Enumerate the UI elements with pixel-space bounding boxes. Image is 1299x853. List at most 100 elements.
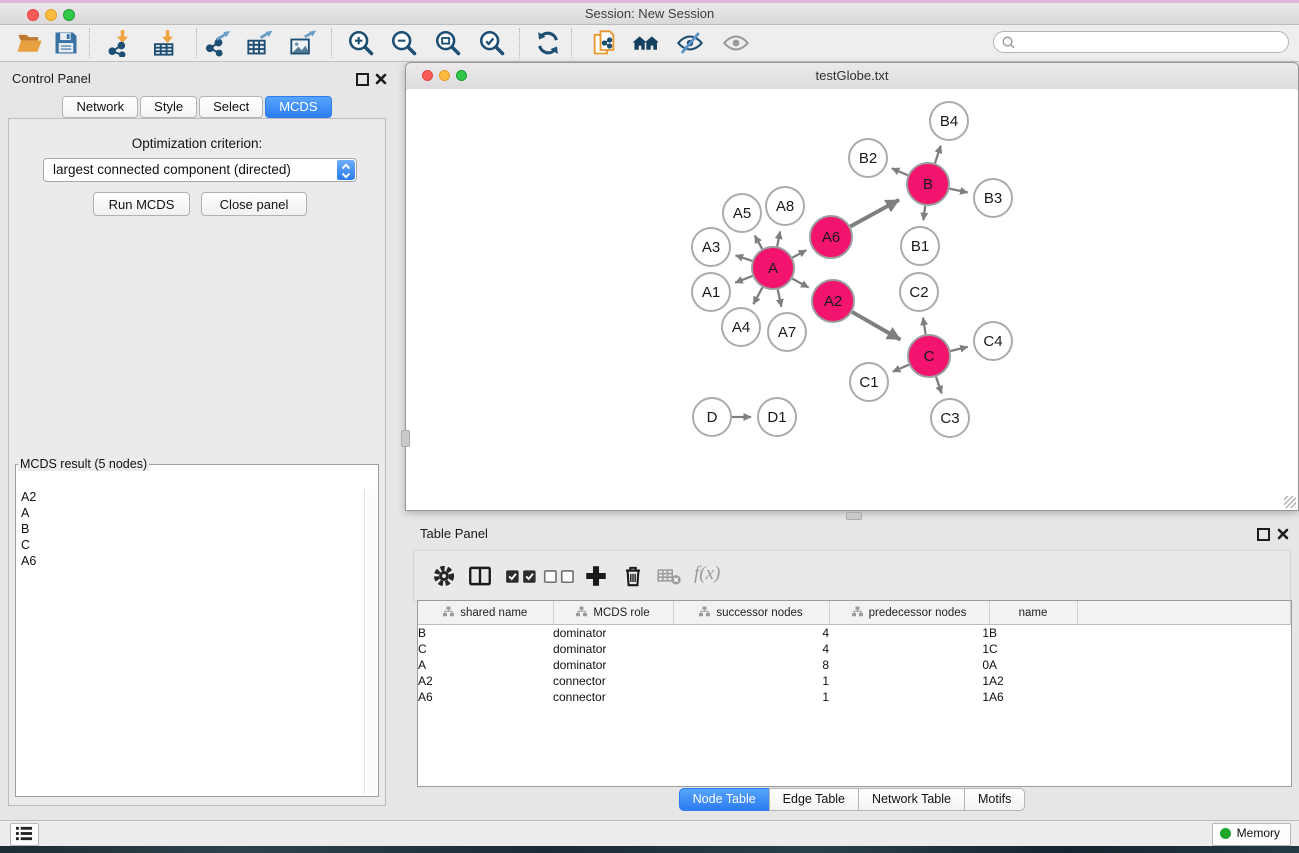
cell-successor_nodes[interactable]: 1: [673, 689, 829, 705]
graph-edge-A-A1[interactable]: [735, 276, 752, 283]
result-list-item[interactable]: A6: [18, 553, 364, 569]
cell-shared_name[interactable]: A6: [418, 689, 553, 705]
cell-mcds_role[interactable]: connector: [553, 673, 673, 689]
import-table-icon[interactable]: [152, 29, 180, 57]
network-graph[interactable]: B4B2BB3A5A8A6B1A3AC2A1A2A4A7C4CC1C3DD1: [407, 89, 1297, 509]
graph-edge-C-C2[interactable]: [923, 318, 926, 335]
cell-shared_name[interactable]: A2: [418, 673, 553, 689]
close-panel-icon[interactable]: [375, 72, 387, 90]
zoom-fit-icon[interactable]: [434, 29, 462, 57]
network-canvas[interactable]: B4B2BB3A5A8A6B1A3AC2A1A2A4A7C4CC1C3DD1: [407, 89, 1297, 509]
result-list-item[interactable]: A2: [18, 489, 364, 505]
column-header-name[interactable]: name: [989, 601, 1077, 625]
search-field[interactable]: [993, 31, 1289, 53]
graph-edge-A2-C[interactable]: [852, 312, 900, 340]
table-row[interactable]: Cdominator41C: [418, 641, 1291, 657]
graph-node-C3[interactable]: C3: [931, 399, 969, 437]
graph-edge-A-A5[interactable]: [755, 236, 762, 249]
cell-mcds_role[interactable]: dominator: [553, 641, 673, 657]
graph-node-A2[interactable]: A2: [812, 280, 854, 322]
graph-node-C2[interactable]: C2: [900, 273, 938, 311]
split-divider-handle[interactable]: [401, 430, 410, 447]
refresh-layout-icon[interactable]: [534, 29, 562, 57]
cell-successor_nodes[interactable]: 4: [673, 641, 829, 657]
graph-edge-A-A8[interactable]: [777, 231, 780, 246]
import-network-icon[interactable]: [107, 29, 135, 57]
graph-edge-A-A3[interactable]: [736, 255, 753, 261]
cell-shared_name[interactable]: C: [418, 641, 553, 657]
zoom-selected-icon[interactable]: [478, 29, 506, 57]
export-table-icon[interactable]: [246, 29, 274, 57]
close-panel-button[interactable]: Close panel: [201, 192, 307, 216]
home-icon[interactable]: [632, 29, 660, 57]
graph-node-B[interactable]: B: [907, 163, 949, 205]
cell-predecessor_nodes[interactable]: 1: [829, 673, 989, 689]
graph-node-A7[interactable]: A7: [768, 313, 806, 351]
search-input[interactable]: [1020, 33, 1280, 53]
graph-edge-B-B1[interactable]: [923, 206, 925, 220]
criterion-select[interactable]: largest connected component (directed): [43, 158, 357, 182]
cell-successor_nodes[interactable]: 1: [673, 673, 829, 689]
column-header-MCDS-role[interactable]: MCDS role: [553, 601, 673, 625]
tab-node-table[interactable]: Node Table: [679, 788, 770, 811]
cell-successor_nodes[interactable]: 4: [673, 625, 829, 642]
clone-network-icon[interactable]: [590, 29, 618, 57]
graph-edge-A6-B[interactable]: [850, 200, 899, 227]
cell-predecessor_nodes[interactable]: 1: [829, 625, 989, 642]
result-list-item[interactable]: B: [18, 521, 364, 537]
tab-network[interactable]: Network: [62, 96, 138, 118]
zoom-out-icon[interactable]: [390, 29, 418, 57]
deselect-all-icon[interactable]: [543, 563, 577, 589]
task-history-button[interactable]: [10, 823, 39, 846]
tab-mcds[interactable]: MCDS: [265, 96, 331, 118]
gear-icon[interactable]: [431, 563, 457, 589]
split-divider-handle[interactable]: [846, 512, 862, 520]
float-panel-icon[interactable]: [1257, 528, 1270, 541]
cell-name[interactable]: A2: [989, 673, 1077, 689]
table-header-row[interactable]: shared nameMCDS rolesuccessor nodesprede…: [418, 601, 1291, 625]
delete-column-icon[interactable]: [620, 563, 646, 589]
split-column-icon[interactable]: [467, 563, 493, 589]
save-session-icon[interactable]: [52, 29, 80, 57]
network-window-titlebar[interactable]: testGlobe.txt: [406, 63, 1298, 90]
graph-node-A1[interactable]: A1: [692, 273, 730, 311]
tab-network-table[interactable]: Network Table: [858, 788, 965, 811]
tab-edge-table[interactable]: Edge Table: [769, 788, 859, 811]
tab-motifs[interactable]: Motifs: [964, 788, 1025, 811]
graph-node-B4[interactable]: B4: [930, 102, 968, 140]
table-row[interactable]: A2connector11A2: [418, 673, 1291, 689]
result-list-item[interactable]: C: [18, 537, 364, 553]
cell-mcds_role[interactable]: dominator: [553, 657, 673, 673]
cell-predecessor_nodes[interactable]: 0: [829, 657, 989, 673]
tab-style[interactable]: Style: [140, 96, 197, 118]
result-list-item[interactable]: A: [18, 505, 364, 521]
cell-predecessor_nodes[interactable]: 1: [829, 689, 989, 705]
show-eye-icon[interactable]: [722, 29, 750, 57]
graph-node-D[interactable]: D: [693, 398, 731, 436]
delete-table-icon[interactable]: [656, 563, 682, 589]
graph-node-A3[interactable]: A3: [692, 228, 730, 266]
graph-node-B1[interactable]: B1: [901, 227, 939, 265]
graph-edge-A-A7[interactable]: [778, 289, 782, 306]
select-all-icon[interactable]: [505, 563, 539, 589]
close-panel-icon[interactable]: [1277, 527, 1289, 545]
export-image-icon[interactable]: [289, 29, 317, 57]
result-scrollbar[interactable]: [364, 489, 376, 794]
graph-edge-C-C1[interactable]: [893, 365, 909, 372]
cell-shared_name[interactable]: A: [418, 657, 553, 673]
graph-edge-C-C3[interactable]: [936, 377, 942, 394]
graph-node-B2[interactable]: B2: [849, 139, 887, 177]
graph-edge-B-B4[interactable]: [935, 146, 941, 164]
graph-node-A6[interactable]: A6: [810, 216, 852, 258]
table-row[interactable]: Adominator80A: [418, 657, 1291, 673]
column-header-shared-name[interactable]: shared name: [418, 601, 553, 625]
cell-mcds_role[interactable]: dominator: [553, 625, 673, 642]
column-header-predecessor-nodes[interactable]: predecessor nodes: [829, 601, 989, 625]
export-network-icon[interactable]: [204, 29, 232, 57]
column-header-successor-nodes[interactable]: successor nodes: [673, 601, 829, 625]
graph-node-C[interactable]: C: [908, 335, 950, 377]
graph-node-A8[interactable]: A8: [766, 187, 804, 225]
float-panel-icon[interactable]: [356, 73, 369, 86]
cell-successor_nodes[interactable]: 8: [673, 657, 829, 673]
graph-edge-A-A4[interactable]: [753, 287, 762, 304]
